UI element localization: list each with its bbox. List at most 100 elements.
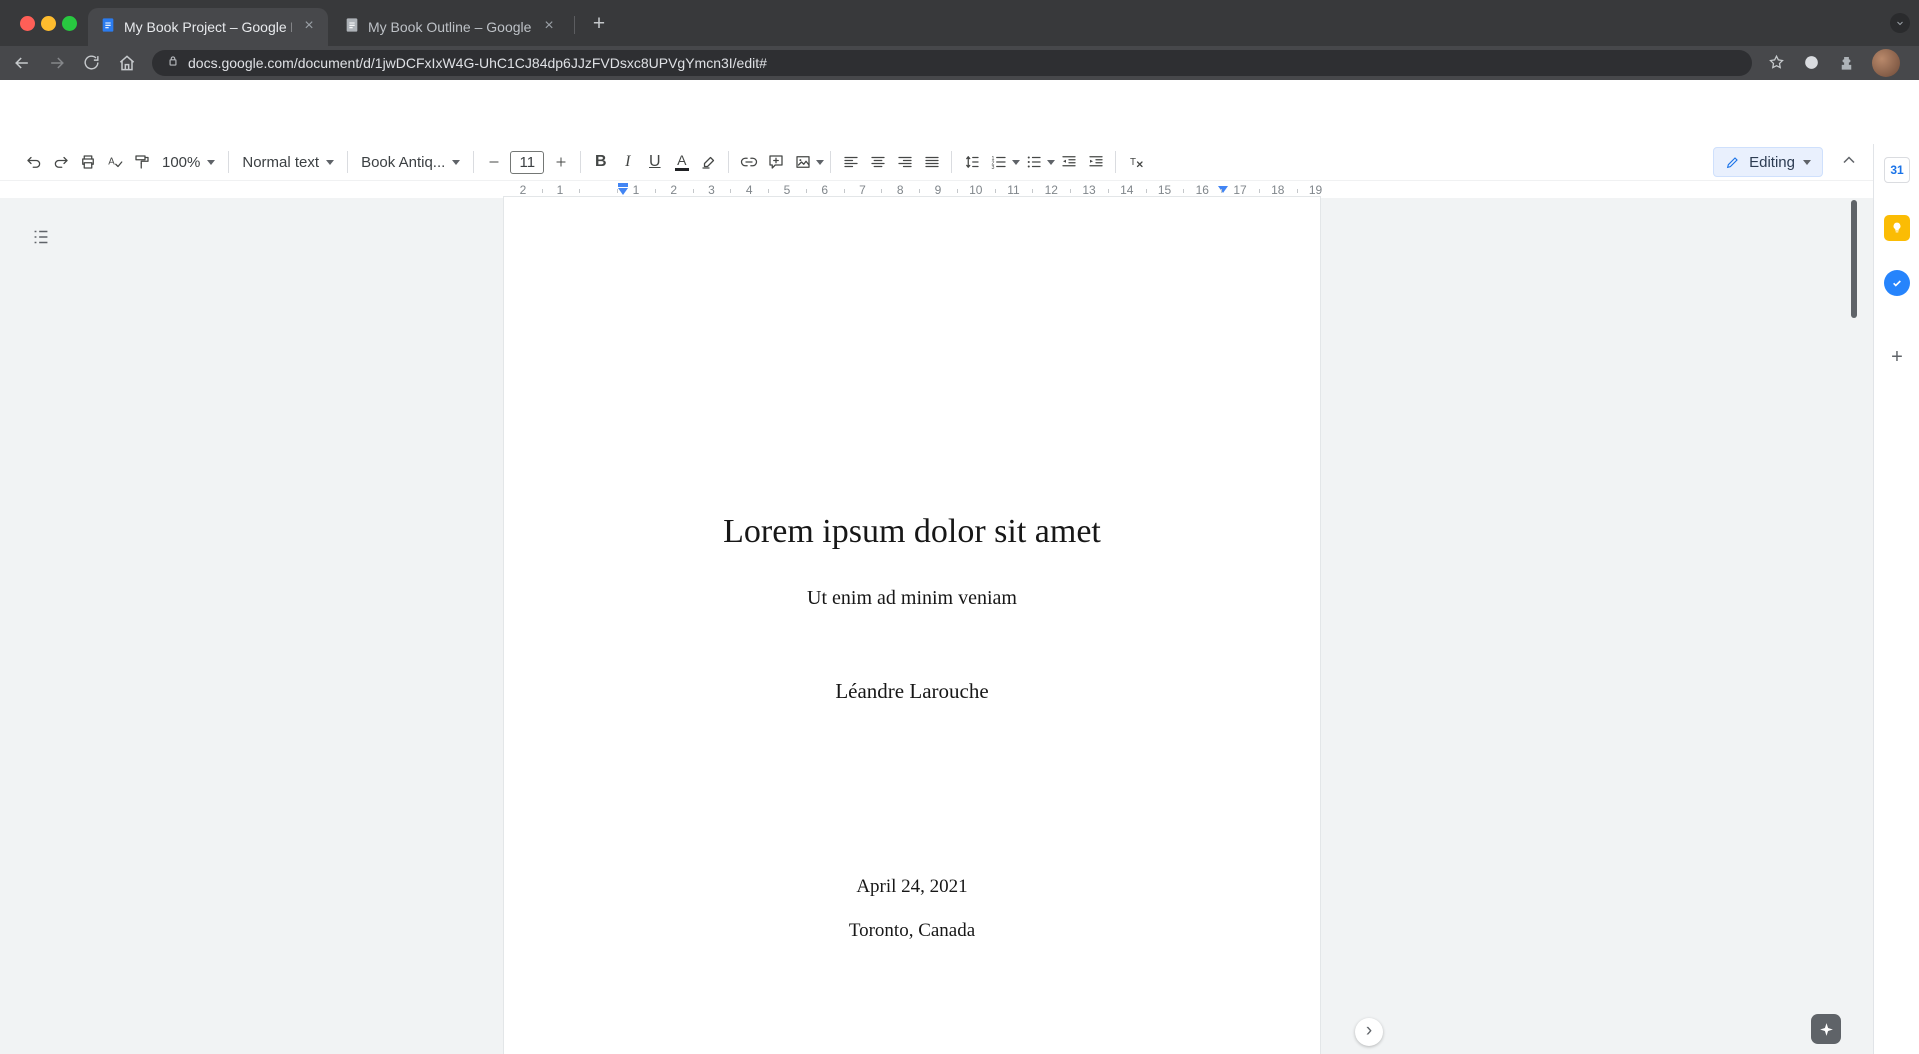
align-center-button[interactable] bbox=[864, 149, 891, 176]
ruler-mark: 5 bbox=[784, 183, 791, 197]
text-color-button[interactable]: A bbox=[668, 149, 695, 176]
tab-search-button[interactable] bbox=[1890, 13, 1910, 33]
home-button[interactable] bbox=[117, 53, 137, 73]
ruler-tick bbox=[806, 189, 807, 193]
spell-check-button[interactable]: A bbox=[101, 149, 128, 176]
toolbar-separator bbox=[580, 151, 581, 173]
ruler-tick bbox=[579, 189, 580, 193]
ruler-tick bbox=[693, 189, 694, 193]
url-bar[interactable]: docs.google.com/document/d/1jwDCFxIxW4G-… bbox=[152, 50, 1752, 76]
back-button[interactable] bbox=[12, 53, 32, 73]
insert-image-button[interactable] bbox=[789, 149, 816, 176]
increase-indent-button[interactable] bbox=[1082, 149, 1109, 176]
bookmark-star-icon[interactable] bbox=[1767, 53, 1787, 73]
window-minimize-button[interactable] bbox=[41, 16, 56, 31]
forward-button[interactable] bbox=[47, 53, 67, 73]
keep-icon[interactable] bbox=[1884, 215, 1910, 241]
font-size-increase-button[interactable] bbox=[547, 149, 574, 176]
show-outline-button[interactable] bbox=[30, 226, 52, 248]
extension-icon[interactable] bbox=[1802, 53, 1822, 73]
editing-mode-button[interactable]: Editing bbox=[1713, 147, 1823, 177]
bulleted-list-button[interactable] bbox=[1020, 149, 1047, 176]
ruler-tick bbox=[542, 189, 543, 193]
ruler-mark: 12 bbox=[1045, 183, 1058, 197]
ruler-mark: 13 bbox=[1082, 183, 1095, 197]
site-lock-icon[interactable] bbox=[166, 54, 180, 73]
clear-formatting-button[interactable]: T bbox=[1122, 149, 1149, 176]
print-button[interactable] bbox=[74, 149, 101, 176]
line-spacing-button[interactable] bbox=[958, 149, 985, 176]
right-indent-marker[interactable] bbox=[1218, 186, 1228, 193]
ruler-tick bbox=[1259, 189, 1260, 193]
mode-label: Editing bbox=[1749, 154, 1795, 171]
calendar-icon[interactable]: 31 bbox=[1884, 157, 1910, 183]
text-color-glyph: A bbox=[677, 153, 686, 167]
align-justify-button[interactable] bbox=[918, 149, 945, 176]
add-addon-button[interactable]: + bbox=[1886, 346, 1908, 368]
align-left-button[interactable] bbox=[837, 149, 864, 176]
browser-tab-inactive[interactable]: My Book Outline – Google Doc × bbox=[332, 8, 568, 46]
bold-button[interactable]: B bbox=[587, 149, 614, 176]
window-close-button[interactable] bbox=[20, 16, 35, 31]
chevron-down-icon[interactable] bbox=[816, 160, 824, 165]
italic-button[interactable]: I bbox=[614, 149, 641, 176]
doc-title-text[interactable]: Lorem ipsum dolor sit amet bbox=[504, 513, 1320, 551]
tab-close-icon[interactable]: × bbox=[540, 18, 558, 36]
browser-tab-active[interactable]: My Book Project – Google Doc × bbox=[88, 8, 328, 46]
reload-button[interactable] bbox=[82, 53, 102, 73]
ruler-mark: 6 bbox=[821, 183, 828, 197]
font-size-input[interactable]: 11 bbox=[510, 151, 544, 174]
tab-divider bbox=[574, 16, 575, 34]
decrease-indent-button[interactable] bbox=[1055, 149, 1082, 176]
docs-favicon bbox=[344, 17, 360, 38]
doc-author-text[interactable]: Léandre Larouche bbox=[504, 679, 1320, 704]
font-size-decrease-button[interactable] bbox=[480, 149, 507, 176]
zoom-select[interactable]: 100% bbox=[155, 149, 222, 176]
toolbar-separator bbox=[347, 151, 348, 173]
insert-link-button[interactable] bbox=[735, 149, 762, 176]
vertical-scrollbar[interactable] bbox=[1851, 200, 1857, 318]
ruler-tick bbox=[995, 189, 996, 193]
chevron-down-icon[interactable] bbox=[1047, 160, 1055, 165]
ruler-tick bbox=[1070, 189, 1071, 193]
redo-button[interactable] bbox=[47, 149, 74, 176]
tasks-icon[interactable] bbox=[1884, 270, 1910, 296]
toolbar-separator bbox=[951, 151, 952, 173]
first-line-indent-marker[interactable] bbox=[618, 183, 628, 187]
ruler-mark: 2 bbox=[520, 183, 527, 197]
new-tab-button[interactable]: + bbox=[586, 11, 612, 37]
show-side-panel-chevron[interactable]: › bbox=[1355, 1018, 1383, 1046]
chevron-down-icon[interactable] bbox=[1012, 160, 1020, 165]
paint-format-button[interactable] bbox=[128, 149, 155, 176]
toolbar-separator bbox=[728, 151, 729, 173]
undo-button[interactable] bbox=[20, 149, 47, 176]
document-page[interactable]: Lorem ipsum dolor sit amet Ut enim ad mi… bbox=[503, 196, 1321, 1054]
chevron-down-icon bbox=[326, 160, 334, 165]
browser-profile-avatar[interactable] bbox=[1872, 49, 1900, 77]
svg-text:3: 3 bbox=[991, 165, 994, 171]
align-right-button[interactable] bbox=[891, 149, 918, 176]
left-indent-marker[interactable] bbox=[618, 183, 628, 195]
doc-date-text[interactable]: April 24, 2021 bbox=[504, 876, 1320, 898]
style-value: Normal text bbox=[242, 154, 319, 171]
tab-close-icon[interactable]: × bbox=[300, 18, 318, 36]
doc-subtitle-text[interactable]: Ut enim ad minim veniam bbox=[504, 587, 1320, 610]
ruler-tick bbox=[1032, 189, 1033, 193]
extensions-puzzle-icon[interactable] bbox=[1837, 53, 1857, 73]
paragraph-style-select[interactable]: Normal text bbox=[235, 149, 341, 176]
underline-button[interactable]: U bbox=[641, 149, 668, 176]
explore-button[interactable] bbox=[1811, 1014, 1841, 1044]
document-canvas: Lorem ipsum dolor sit amet Ut enim ad mi… bbox=[0, 198, 1919, 1054]
hide-menus-button[interactable] bbox=[1839, 150, 1863, 174]
ruler-mark: 11 bbox=[1007, 183, 1019, 197]
ruler-mark: 19 bbox=[1309, 183, 1322, 197]
docs-header: My Book Project File Edit View Insert Fo… bbox=[0, 80, 1919, 144]
ruler-mark: 9 bbox=[935, 183, 942, 197]
doc-location-text[interactable]: Toronto, Canada bbox=[504, 920, 1320, 942]
ruler-mark: 3 bbox=[708, 183, 715, 197]
add-comment-button[interactable] bbox=[762, 149, 789, 176]
highlight-color-button[interactable] bbox=[695, 149, 722, 176]
font-family-select[interactable]: Book Antiq... bbox=[354, 149, 467, 176]
window-zoom-button[interactable] bbox=[62, 16, 77, 31]
numbered-list-button[interactable]: 123 bbox=[985, 149, 1012, 176]
